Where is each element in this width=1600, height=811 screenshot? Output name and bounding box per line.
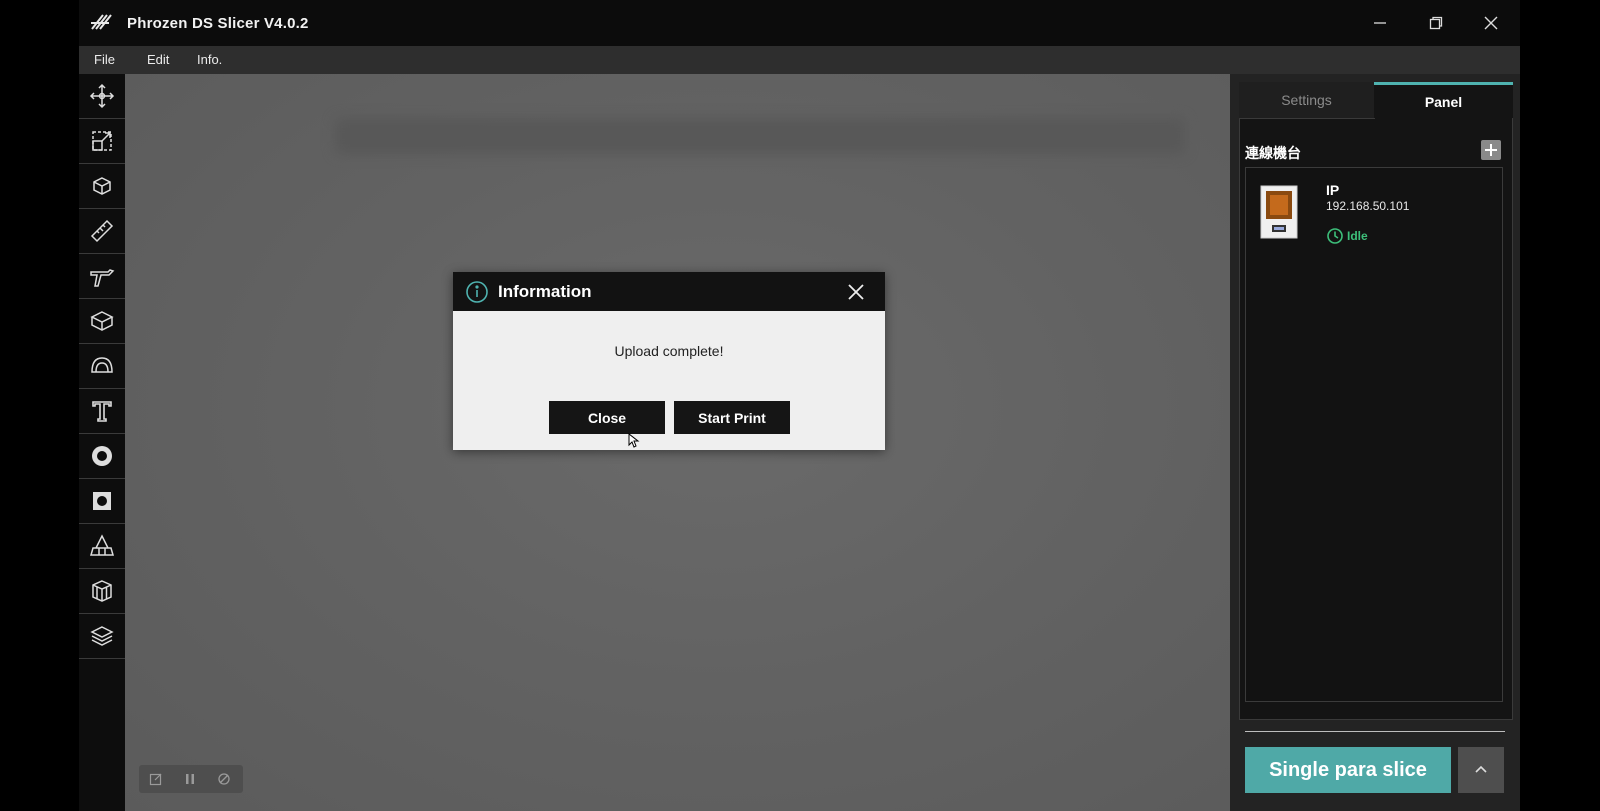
right-panel-content: Settings Panel 連線機台 IP 192.168.50.101 Id… <box>1230 74 1520 811</box>
tool-rotate[interactable] <box>79 164 125 209</box>
hollow-icon <box>91 357 113 373</box>
layers-icon <box>90 626 114 646</box>
information-dialog: Information Upload complete! Close Start… <box>453 272 885 450</box>
printer-name: IP <box>1326 182 1340 198</box>
close-button[interactable]: Close <box>549 401 665 434</box>
refresh-icon <box>218 773 230 785</box>
tool-cube[interactable] <box>79 569 125 614</box>
phrozen-logo-icon <box>91 14 112 30</box>
menu-bar: File Edit Info. <box>79 46 1520 74</box>
edit-icon <box>149 773 162 786</box>
tool-ring[interactable] <box>79 434 125 479</box>
tool-square-hole[interactable] <box>79 479 125 524</box>
ring-icon <box>92 446 112 466</box>
move-icon <box>89 83 115 109</box>
chevron-up-icon <box>1475 765 1487 773</box>
plus-icon <box>1485 144 1497 156</box>
single-para-slice-button[interactable]: Single para slice <box>1245 747 1451 793</box>
tool-hollow[interactable] <box>79 344 125 389</box>
measure-icon <box>90 219 114 243</box>
pause-button[interactable] <box>173 765 207 793</box>
clock-icon <box>1327 228 1343 244</box>
printer-status: Idle <box>1326 227 1368 245</box>
tool-scale[interactable] <box>79 119 125 164</box>
support-icon <box>90 269 115 287</box>
minimize-button[interactable] <box>1365 8 1395 38</box>
restore-button[interactable] <box>1421 8 1451 38</box>
close-icon[interactable] <box>844 280 868 304</box>
scale-icon <box>92 131 112 151</box>
close-icon <box>1484 16 1498 30</box>
tool-layout[interactable] <box>79 299 125 344</box>
base-icon <box>90 534 114 556</box>
window-close-button[interactable] <box>1476 8 1506 38</box>
restore-icon <box>1429 16 1443 30</box>
blurred-toolbar <box>335 118 1185 154</box>
connected-printers-title: 連線機台 <box>1245 145 1301 161</box>
tool-support[interactable] <box>79 254 125 299</box>
title-bar: Phrozen DS Slicer V4.0.2 <box>79 0 1520 46</box>
tool-base[interactable] <box>79 524 125 569</box>
minimize-icon <box>1374 22 1386 24</box>
mouse-cursor-icon <box>628 433 640 448</box>
dialog-title: Information <box>498 282 592 301</box>
panel-divider <box>1245 731 1505 732</box>
tool-text[interactable] <box>79 389 125 434</box>
square-hole-icon <box>93 492 111 510</box>
info-icon <box>466 281 488 303</box>
menu-edit[interactable]: Edit <box>147 52 169 67</box>
layout-icon <box>90 311 114 331</box>
start-print-button[interactable]: Start Print <box>674 401 790 434</box>
printer-ip: 192.168.50.101 <box>1326 199 1410 213</box>
left-toolbar <box>79 74 125 811</box>
tool-move[interactable] <box>79 74 125 119</box>
printer-card[interactable]: IP 192.168.50.101 Idle <box>1246 168 1504 248</box>
printer-list: IP 192.168.50.101 Idle <box>1245 167 1503 702</box>
menu-file[interactable]: File <box>94 52 115 67</box>
refresh-button[interactable] <box>207 765 241 793</box>
tool-layers[interactable] <box>79 614 125 659</box>
panel-tabs: Settings Panel <box>1239 82 1513 119</box>
window-title: Phrozen DS Slicer V4.0.2 <box>127 15 309 32</box>
status-text: Idle <box>1347 229 1368 243</box>
cube-icon <box>92 580 112 602</box>
add-printer-button[interactable] <box>1481 140 1501 160</box>
menu-info[interactable]: Info. <box>197 52 222 67</box>
viewport-mini-toolbar <box>139 765 243 793</box>
pause-icon <box>186 774 194 784</box>
rotate-icon <box>93 177 111 195</box>
tab-settings[interactable]: Settings <box>1239 82 1375 119</box>
tab-panel[interactable]: Panel <box>1374 82 1513 118</box>
dialog-message: Upload complete! <box>614 343 724 359</box>
tool-measure[interactable] <box>79 209 125 254</box>
expand-button[interactable] <box>1458 747 1504 793</box>
dialog-header: Information <box>453 272 885 311</box>
edit-button[interactable] <box>139 765 173 793</box>
printer-icon <box>1260 185 1298 239</box>
text-icon <box>92 401 112 422</box>
